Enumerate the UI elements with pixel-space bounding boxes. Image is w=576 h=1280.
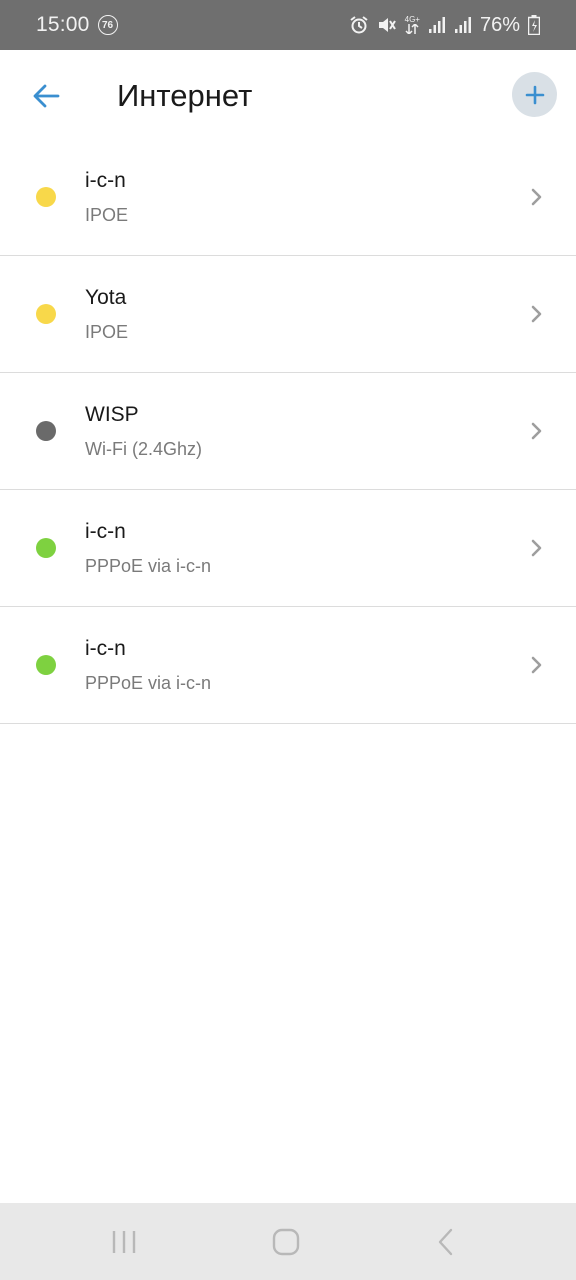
page-title: Интернет: [117, 78, 253, 113]
app-bar: Интернет: [0, 50, 576, 142]
connection-name: i-c-n: [85, 169, 126, 192]
connection-type: PPPoE via i-c-n: [85, 673, 212, 693]
connection-type: IPOE: [85, 205, 129, 225]
status-icons: 4G+ 76%: [349, 14, 540, 37]
connection-name: i-c-n: [85, 520, 126, 543]
status-dot: [36, 538, 56, 558]
status-dot: [36, 187, 56, 207]
network-type-label: 4G+: [404, 15, 420, 24]
connection-type: Wi-Fi (2.4Ghz): [85, 439, 202, 459]
home-button[interactable]: [261, 1221, 311, 1263]
connection-item[interactable]: Yota IPOE: [0, 256, 576, 373]
chevron-right-icon: [524, 653, 548, 677]
status-time: 15:00: [36, 13, 90, 36]
recent-apps-button[interactable]: [99, 1221, 149, 1263]
chevron-right-icon: [524, 419, 548, 443]
connection-type: PPPoE via i-c-n: [85, 556, 212, 576]
system-nav-bar: [0, 1203, 576, 1280]
connection-item[interactable]: i-c-n PPPoE via i-c-n: [0, 490, 576, 607]
connection-name: Yota: [85, 286, 127, 309]
connection-item[interactable]: i-c-n PPPoE via i-c-n: [0, 607, 576, 724]
chevron-right-icon: [524, 185, 548, 209]
connection-item[interactable]: WISP Wi-Fi (2.4Ghz): [0, 373, 576, 490]
arrow-left-icon: [33, 84, 60, 108]
connection-type: IPOE: [85, 322, 129, 342]
back-icon: [438, 1228, 453, 1256]
mute-icon: [377, 15, 397, 35]
chevron-right-icon: [524, 536, 548, 560]
battery-icon: [528, 15, 540, 35]
notification-badge: 76: [97, 15, 118, 35]
status-dot: [36, 421, 56, 441]
network-type-icon: 4G+: [405, 16, 420, 34]
connection-name: WISP: [85, 403, 139, 426]
back-button[interactable]: [26, 76, 66, 116]
battery-percent: 76%: [479, 13, 520, 36]
status-dot: [36, 304, 56, 324]
connection-name: i-c-n: [85, 637, 126, 660]
plus-icon: [525, 85, 544, 104]
connection-list: i-c-n IPOE Yota IPOE WISP Wi-Fi (2.4Ghz)…: [0, 139, 576, 724]
signal-icon: [454, 16, 472, 34]
chevron-right-icon: [524, 302, 548, 326]
home-icon: [272, 1228, 300, 1256]
signal-icon: [428, 16, 446, 34]
nav-back-button[interactable]: [421, 1221, 471, 1263]
status-bar: 15:00 76 4G+ 76%: [0, 0, 576, 50]
connection-item[interactable]: i-c-n IPOE: [0, 139, 576, 256]
add-connection-button[interactable]: [512, 72, 557, 117]
alarm-icon: [349, 15, 369, 35]
status-dot: [36, 655, 56, 675]
recent-apps-icon: [112, 1231, 136, 1253]
